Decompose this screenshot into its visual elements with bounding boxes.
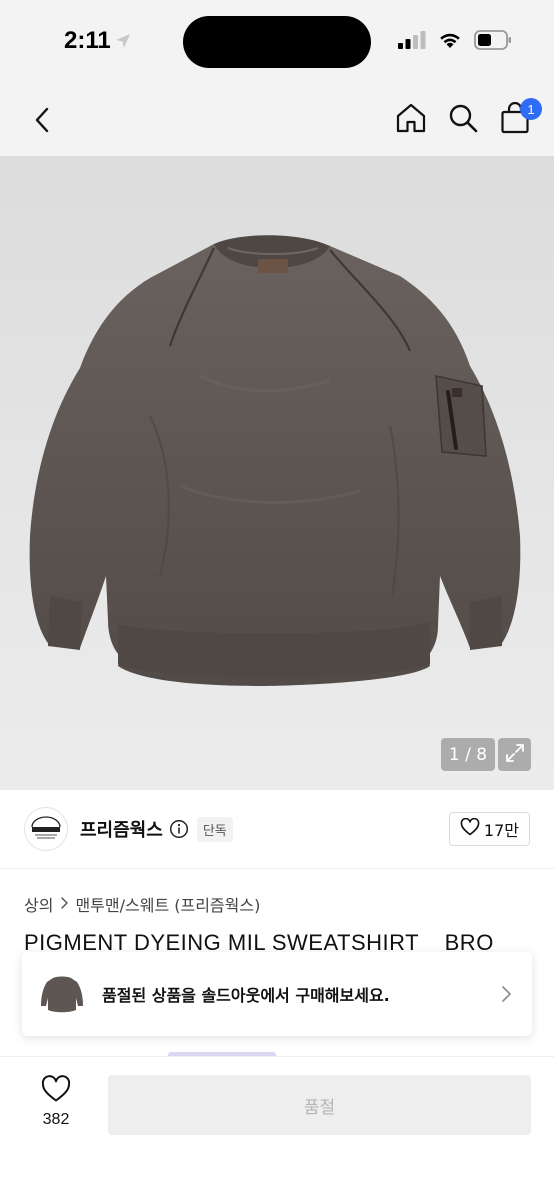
battery-icon	[474, 30, 512, 54]
search-icon	[448, 103, 478, 137]
nav-bar: 1	[0, 88, 554, 156]
soldout-banner[interactable]: 품절된 상품을 솔드아웃에서 구매해보세요.	[22, 952, 532, 1036]
info-icon[interactable]	[169, 819, 189, 839]
home-button[interactable]	[394, 100, 428, 140]
cart-count-badge: 1	[520, 98, 542, 120]
wifi-icon	[438, 31, 462, 53]
breadcrumb-item-top[interactable]: 상의	[24, 892, 53, 916]
expand-image-button[interactable]	[498, 738, 531, 771]
cart-button[interactable]: 1	[498, 98, 542, 140]
heart-icon	[460, 817, 480, 840]
wishlist-button[interactable]: 382	[30, 1075, 82, 1129]
bottom-action-bar: 382 품절	[0, 1056, 554, 1200]
image-counter: 1 / 8	[441, 738, 495, 771]
status-bar: 2:11	[0, 0, 554, 88]
chevron-right-icon	[59, 895, 69, 914]
brand-row: 프리즘웍스 단독 17만	[24, 806, 530, 852]
nav-actions: 1	[394, 98, 542, 140]
dynamic-island	[183, 16, 371, 68]
product-image[interactable]	[0, 156, 554, 790]
breadcrumb: 상의 맨투맨/스웨트 (프리즘웍스)	[24, 892, 260, 916]
heart-icon	[41, 1075, 71, 1107]
chevron-right-icon	[494, 982, 518, 1006]
brand-like-button[interactable]: 17만	[448, 812, 530, 846]
cellular-signal-icon	[398, 31, 426, 53]
search-button[interactable]	[446, 100, 480, 140]
breadcrumb-item-category[interactable]: 맨투맨/스웨트 (프리즘웍스)	[75, 892, 260, 916]
back-chevron-icon	[33, 106, 51, 138]
soldout-thumbnail	[38, 968, 86, 1020]
home-icon	[395, 102, 427, 138]
expand-icon	[504, 742, 526, 768]
status-icons	[398, 30, 512, 54]
brand-name[interactable]: 프리즘웍스	[80, 816, 163, 842]
sweatshirt-image	[29, 235, 521, 686]
status-time: 2:11	[64, 27, 111, 54]
brand-like-count: 17만	[483, 821, 519, 840]
soldout-button[interactable]: 품절	[108, 1075, 531, 1135]
brand-logo[interactable]	[24, 807, 68, 851]
section-divider	[0, 868, 554, 869]
wishlist-count: 382	[42, 1111, 70, 1128]
back-button[interactable]	[24, 102, 60, 142]
soldout-banner-text: 품절된 상품을 솔드아웃에서 구매해보세요.	[102, 986, 390, 1005]
exclusive-badge: 단독	[196, 816, 233, 842]
location-arrow-icon	[114, 32, 132, 54]
